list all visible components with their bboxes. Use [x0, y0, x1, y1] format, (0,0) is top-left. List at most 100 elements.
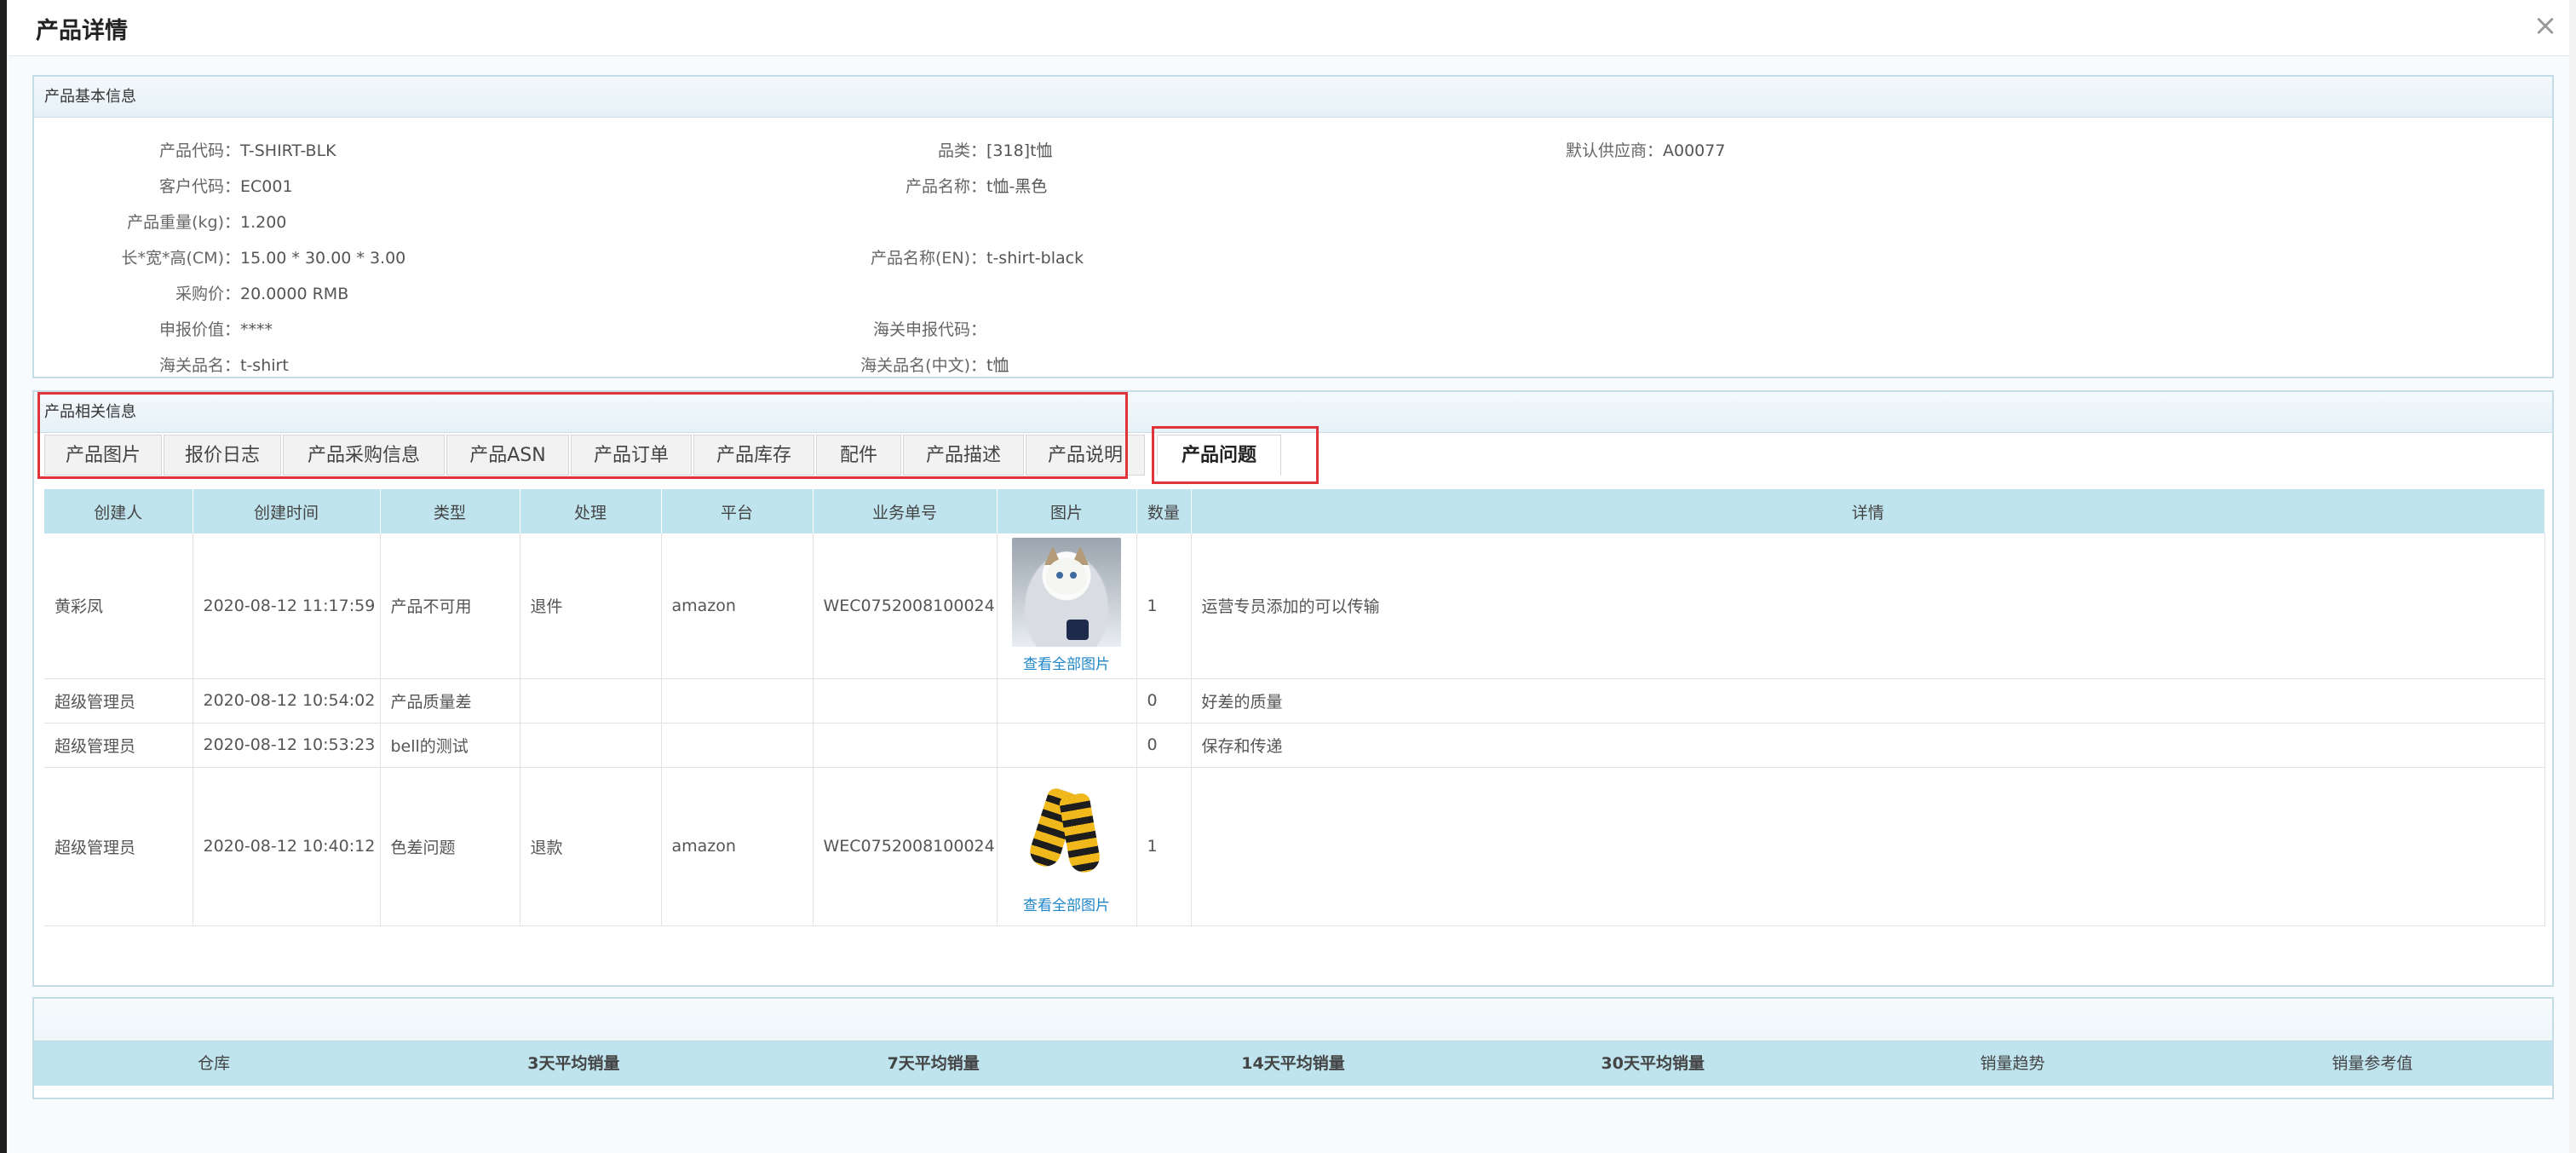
field-label: 海关品名(中文)： [860, 356, 986, 375]
field-label: 产品名称(EN)： [870, 249, 986, 268]
cell-platform [661, 678, 814, 724]
cell-handling [520, 678, 662, 724]
dialog-body: 产品基本信息 产品代码：T-SHIRT-BLK 客户代码：EC001 产品重量(… [9, 56, 2569, 1153]
field-product-name-en: 产品名称(EN)：t-shirt-black [34, 245, 1084, 268]
tab-product-images[interactable]: 产品图片 [44, 435, 162, 476]
basic-info-heading: 产品基本信息 [34, 77, 2552, 118]
field-value: t恤 [986, 356, 1009, 375]
field-value: t恤-黑色 [986, 177, 1048, 196]
cell-image: 查看全部图片 [997, 533, 1137, 679]
cell-detail: 保存和传递 [1191, 723, 2545, 768]
col-platform: 平台 [661, 489, 814, 533]
tab-purchase-info[interactable]: 产品采购信息 [283, 435, 445, 476]
field-purchase-price: 采购价：20.0000 RMB [34, 281, 348, 304]
cell-type: 产品不可用 [380, 533, 520, 679]
cat-face [1046, 558, 1087, 595]
cell-time: 2020-08-12 10:54:02 [193, 678, 381, 724]
cell-quantity: 0 [1136, 723, 1192, 768]
tab-product-description[interactable]: 产品描述 [903, 435, 1024, 476]
view-all-images-link[interactable]: 查看全部图片 [998, 652, 1136, 673]
sock [1058, 792, 1102, 874]
socks-photo-thumbnail[interactable] [1012, 778, 1121, 888]
sales-header-row: 仓库 3天平均销量 7天平均销量 14天平均销量 30天平均销量 销量趋势 销量… [34, 1041, 2552, 1086]
left-window-edge [0, 0, 7, 1153]
issues-table: 创建人 创建时间 类型 处理 平台 业务单号 图片 数量 详情 黄彩凤 2020 [44, 489, 2545, 926]
cell-platform [661, 723, 814, 768]
tab-product-asn[interactable]: 产品ASN [446, 435, 569, 476]
cell-image: 查看全部图片 [997, 767, 1137, 926]
cell-quantity: 1 [1136, 767, 1192, 926]
cell-time: 2020-08-12 10:53:23 [193, 723, 381, 768]
sales-panel-heading [34, 999, 2552, 1041]
field-weight: 产品重量(kg)：1.200 [34, 210, 286, 233]
col-30day-avg: 30天平均销量 [1601, 1054, 1705, 1073]
field-label: 海关申报代码： [872, 320, 986, 339]
cell-creator: 超级管理员 [44, 723, 193, 768]
cell-time: 2020-08-12 11:17:59 [193, 533, 381, 679]
tab-product-orders[interactable]: 产品订单 [571, 435, 692, 476]
cell-handling: 退款 [520, 767, 662, 926]
tab-accessories[interactable]: 配件 [816, 435, 901, 476]
cell-order-no: WEC0752008100024 [813, 533, 998, 679]
tab-product-stock[interactable]: 产品库存 [693, 435, 814, 476]
cell-platform: amazon [661, 767, 814, 926]
table-header-row: 创建人 创建时间 类型 处理 平台 业务单号 图片 数量 详情 [44, 489, 2545, 533]
col-detail: 详情 [1191, 489, 2545, 533]
field-customs-name-cn: 海关品名(中文)：t恤 [34, 353, 1009, 376]
close-icon[interactable]: × [2530, 10, 2561, 41]
col-type: 类型 [380, 489, 520, 533]
cell-quantity: 0 [1136, 678, 1192, 724]
dialog-title: 产品详情 [36, 18, 128, 44]
cell-image [997, 723, 1137, 768]
col-order-no: 业务单号 [813, 489, 998, 533]
tab-product-manual[interactable]: 产品说明 [1026, 435, 1145, 476]
cell-detail: 运营专员添加的可以传输 [1191, 533, 2545, 679]
cell-creator: 超级管理员 [44, 767, 193, 926]
cell-time: 2020-08-12 10:40:12 [193, 767, 381, 926]
cell-order-no [813, 678, 998, 724]
field-customs-code: 海关申报代码： [34, 317, 986, 340]
cell-creator: 超级管理员 [44, 678, 193, 724]
cat-photo-thumbnail[interactable] [1012, 538, 1121, 648]
col-warehouse: 仓库 [198, 1054, 231, 1073]
cell-order-no: WEC0752008100024 [813, 767, 998, 926]
field-value: A00077 [1663, 141, 1726, 160]
table-row: 超级管理员 2020-08-12 10:40:12 色差问题 退款 amazon… [44, 767, 2545, 926]
col-handling: 处理 [520, 489, 662, 533]
col-sales-reference: 销量参考值 [2332, 1054, 2413, 1073]
table-row: 超级管理员 2020-08-12 10:54:02 产品质量差 0 好差的质量 [44, 678, 2545, 724]
tab-product-issues[interactable]: 产品问题 [1157, 435, 1281, 476]
table-row: 超级管理员 2020-08-12 10:53:23 bell的测试 0 保存和传… [44, 723, 2545, 768]
right-window-edge [2569, 0, 2576, 1153]
field-value: 20.0000 RMB [240, 285, 349, 303]
cell-order-no [813, 723, 998, 768]
table-row: 黄彩凤 2020-08-12 11:17:59 产品不可用 退件 amazon … [44, 533, 2545, 679]
cell-type: 产品质量差 [380, 678, 520, 724]
field-label: 采购价： [175, 285, 240, 303]
col-created-time: 创建时间 [193, 489, 381, 533]
cell-image [997, 678, 1137, 724]
field-value: 1.200 [240, 213, 287, 232]
cell-handling [520, 723, 662, 768]
field-default-supplier: 默认供应商：A00077 [34, 138, 1725, 161]
cell-type: bell的测试 [380, 723, 520, 768]
sales-panel: 仓库 3天平均销量 7天平均销量 14天平均销量 30天平均销量 销量趋势 销量… [32, 997, 2554, 1099]
tab-quote-log[interactable]: 报价日志 [164, 435, 281, 476]
col-3day-avg: 3天平均销量 [527, 1054, 620, 1073]
field-product-name: 产品名称：t恤-黑色 [34, 174, 1047, 197]
cell-handling: 退件 [520, 533, 662, 679]
product-detail-dialog: 产品详情 × 产品基本信息 产品代码：T-SHIRT-BLK 客户代码：EC00… [9, 0, 2569, 1153]
col-7day-avg: 7天平均销量 [887, 1054, 980, 1073]
field-label: 产品重量(kg)： [127, 213, 240, 232]
col-sales-trend: 销量趋势 [1980, 1054, 2045, 1073]
view-all-images-link[interactable]: 查看全部图片 [998, 893, 1136, 914]
cat-collar [1067, 620, 1089, 641]
col-creator: 创建人 [44, 489, 193, 533]
cell-creator: 黄彩凤 [44, 533, 193, 679]
related-info-panel: 产品相关信息 产品图片 报价日志 产品采购信息 产品ASN 产品订单 产品库存 … [32, 390, 2554, 987]
col-quantity: 数量 [1136, 489, 1192, 533]
basic-info-panel: 产品基本信息 产品代码：T-SHIRT-BLK 客户代码：EC001 产品重量(… [32, 75, 2554, 378]
cell-type: 色差问题 [380, 767, 520, 926]
col-14day-avg: 14天平均销量 [1241, 1054, 1345, 1073]
col-image: 图片 [997, 489, 1137, 533]
